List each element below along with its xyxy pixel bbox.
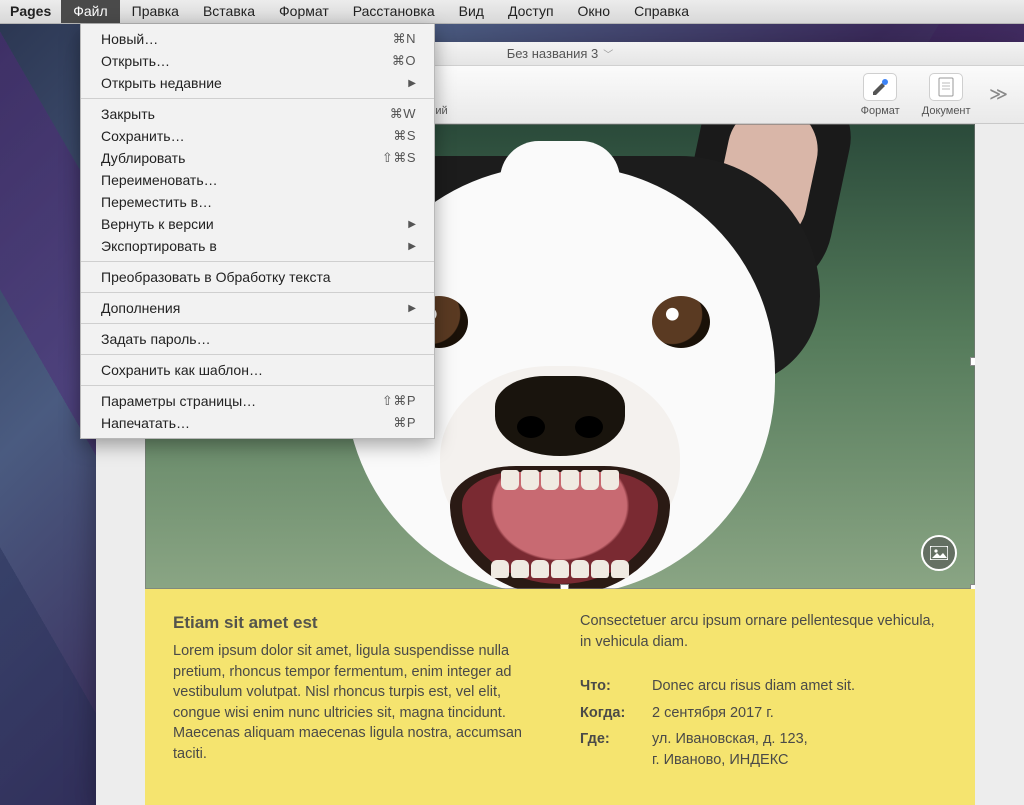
- info-heading[interactable]: Etiam sit amet est: [173, 611, 540, 635]
- fact-when[interactable]: Когда: 2 сентября 2017 г.: [580, 703, 947, 724]
- menu-item-преобразовать-в-обработку-текста[interactable]: Преобразовать в Обработку текста: [81, 266, 434, 288]
- menu-item-дополнения[interactable]: Дополнения: [81, 297, 434, 319]
- info-left-body[interactable]: Lorem ipsum dolor sit amet, ligula suspe…: [173, 641, 540, 764]
- fact-when-label: Когда:: [580, 703, 652, 724]
- menu-item-shortcut: ⌘O: [392, 53, 416, 69]
- image-replace-button[interactable]: [921, 535, 957, 571]
- menu-item-label: Открыть…: [101, 53, 170, 69]
- toolbar-document-button[interactable]: Документ: [917, 73, 975, 117]
- toolbar-format-label: Формат: [861, 105, 900, 117]
- menu-item-label: Сохранить как шаблон…: [101, 362, 263, 378]
- fact-where-label: Где:: [580, 729, 652, 770]
- menu-item-закрыть[interactable]: Закрыть ⌘W: [81, 103, 434, 125]
- menu-item-задать-пароль-[interactable]: Задать пароль…: [81, 328, 434, 350]
- menu-item-вернуть-к-версии[interactable]: Вернуть к версии: [81, 213, 434, 235]
- fact-where-line2: г. Иваново, ИНДЕКС: [652, 750, 808, 771]
- menu-share[interactable]: Доступ: [496, 0, 566, 23]
- picture-icon: [930, 546, 948, 560]
- fact-what-label: Что:: [580, 676, 652, 697]
- menu-file[interactable]: Файл: [61, 0, 119, 23]
- menu-item-label: Переместить в…: [101, 194, 212, 210]
- menu-item-новый-[interactable]: Новый… ⌘N: [81, 28, 434, 50]
- info-left-column: Etiam sit amet est Lorem ipsum dolor sit…: [173, 611, 540, 776]
- menu-item-экспортировать-в[interactable]: Экспортировать в: [81, 235, 434, 257]
- menu-item-shortcut: ⇧⌘P: [382, 393, 416, 409]
- menu-item-переименовать-[interactable]: Переименовать…: [81, 169, 434, 191]
- menu-separator: [81, 292, 434, 293]
- fact-what-value: Donec arcu risus diam amet sit.: [652, 676, 855, 697]
- menu-item-дублировать[interactable]: Дублировать ⇧⌘S: [81, 147, 434, 169]
- file-menu-dropdown: Новый… ⌘N Открыть… ⌘O Открыть недавние Закрыт…: [80, 24, 435, 439]
- menu-item-label: Вернуть к версии: [101, 216, 214, 232]
- fact-what[interactable]: Что: Donec arcu risus diam amet sit.: [580, 676, 947, 697]
- menu-separator: [81, 261, 434, 262]
- menu-item-label: Дополнения: [101, 300, 180, 316]
- menu-item-переместить-в-[interactable]: Переместить в…: [81, 191, 434, 213]
- facts-list: Что: Donec arcu risus diam amet sit. Ког…: [580, 676, 947, 770]
- menu-item-label: Новый…: [101, 31, 158, 47]
- menu-item-label: Задать пароль…: [101, 331, 211, 347]
- info-panel[interactable]: Etiam sit amet est Lorem ipsum dolor sit…: [145, 589, 975, 805]
- menu-item-label: Преобразовать в Обработку текста: [101, 269, 331, 285]
- menu-item-сохранить-как-шаблон-[interactable]: Сохранить как шаблон…: [81, 359, 434, 381]
- brush-icon: [863, 73, 897, 101]
- toolbar-format-button[interactable]: Формат: [851, 73, 909, 117]
- menu-bar: Pages Файл Правка Вставка Формат Расстан…: [0, 0, 1024, 24]
- menu-item-label: Экспортировать в: [101, 238, 217, 254]
- menu-item-label: Параметры страницы…: [101, 393, 256, 409]
- toolbar-document-label: Документ: [922, 105, 971, 117]
- fact-when-value: 2 сентября 2017 г.: [652, 703, 774, 724]
- app-name[interactable]: Pages: [10, 0, 61, 23]
- menu-item-открыть-недавние[interactable]: Открыть недавние: [81, 72, 434, 94]
- menu-item-shortcut: ⌘W: [390, 106, 416, 122]
- menu-item-shortcut: ⌘N: [393, 31, 416, 47]
- menu-item-параметры-страницы-[interactable]: Параметры страницы… ⇧⌘P: [81, 390, 434, 412]
- menu-format[interactable]: Формат: [267, 0, 341, 23]
- document-icon: [929, 73, 963, 101]
- fact-where-line1: ул. Ивановская, д. 123,: [652, 729, 808, 750]
- menu-separator: [81, 98, 434, 99]
- menu-separator: [81, 385, 434, 386]
- menu-separator: [81, 354, 434, 355]
- fact-where[interactable]: Где: ул. Ивановская, д. 123, г. Иваново,…: [580, 729, 947, 770]
- menu-insert[interactable]: Вставка: [191, 0, 267, 23]
- menu-help[interactable]: Справка: [622, 0, 701, 23]
- menu-item-label: Закрыть: [101, 106, 155, 122]
- menu-item-напечатать-[interactable]: Напечатать… ⌘P: [81, 412, 434, 434]
- menu-item-label: Напечатать…: [101, 415, 190, 431]
- menu-item-shortcut: ⇧⌘S: [382, 150, 416, 166]
- menu-item-shortcut: ⌘P: [393, 415, 416, 431]
- menu-view[interactable]: Вид: [447, 0, 496, 23]
- chevron-down-icon: ﹀: [603, 46, 613, 61]
- menu-item-label: Открыть недавние: [101, 75, 222, 91]
- info-right-intro[interactable]: Consectetuer arcu ipsum ornare pellentes…: [580, 611, 947, 652]
- menu-window[interactable]: Окно: [566, 0, 623, 23]
- menu-item-сохранить-[interactable]: Сохранить… ⌘S: [81, 125, 434, 147]
- info-right-column: Consectetuer arcu ipsum ornare pellentes…: [580, 611, 947, 776]
- menu-edit[interactable]: Правка: [120, 0, 191, 23]
- menu-item-shortcut: ⌘S: [393, 128, 416, 144]
- menu-separator: [81, 323, 434, 324]
- menu-arrange[interactable]: Расстановка: [341, 0, 447, 23]
- menu-item-label: Переименовать…: [101, 172, 218, 188]
- menu-item-label: Сохранить…: [101, 128, 185, 144]
- window-title: Без названия 3: [507, 46, 599, 61]
- toolbar-overflow-button[interactable]: ≫: [983, 84, 1014, 105]
- menu-item-label: Дублировать: [101, 150, 185, 166]
- menu-item-открыть-[interactable]: Открыть… ⌘O: [81, 50, 434, 72]
